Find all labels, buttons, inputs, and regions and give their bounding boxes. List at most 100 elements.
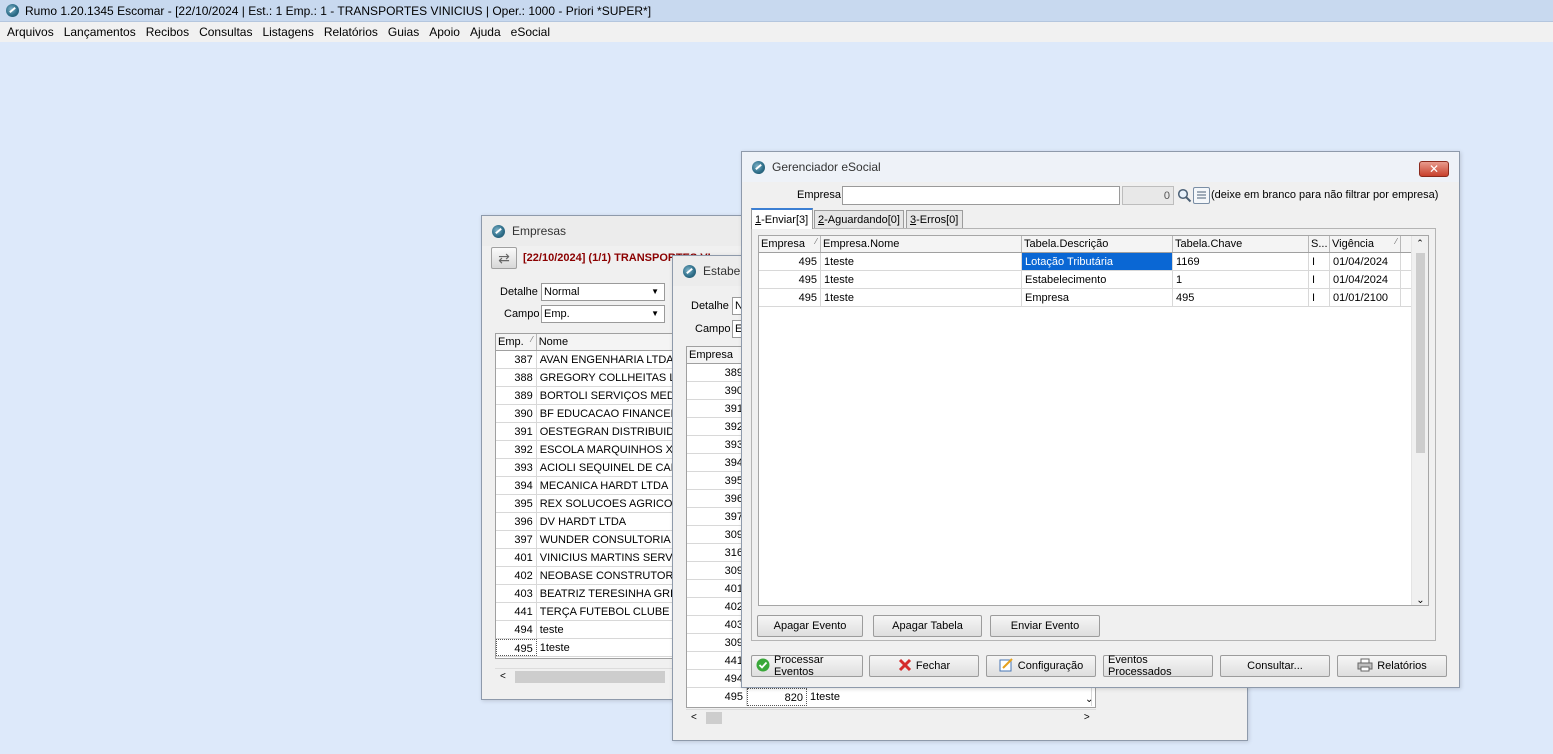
check-icon [756, 658, 770, 675]
menu-guias[interactable]: Guias [383, 25, 424, 39]
menu-consultas[interactable]: Consultas [194, 25, 257, 39]
detalhe-select[interactable]: Normal ▼ [541, 283, 665, 301]
menu-lancamentos[interactable]: Lançamentos [59, 25, 141, 39]
tab-enviar[interactable]: 1 -Enviar[3] [751, 208, 813, 229]
x-icon [898, 658, 912, 675]
relatorios-button[interactable]: Relatórios [1337, 655, 1447, 677]
close-button[interactable]: ✕ [1419, 161, 1449, 177]
event-empresa-cell: 495 [759, 253, 821, 270]
window-logo-icon [752, 160, 765, 174]
esocial-title: Gerenciador eSocial [772, 160, 881, 174]
apagar-tabela-button[interactable]: Apagar Tabela [873, 615, 982, 637]
printer-icon [1357, 658, 1373, 675]
estab-campo-label: Campo [695, 323, 731, 335]
estab-scroll-down-icon[interactable]: ⌄ [1085, 694, 1093, 705]
table-row[interactable]: 495 1teste Empresa 495 I 01/01/2100 [759, 289, 1428, 307]
apagar-evento-button[interactable]: Apagar Evento [757, 615, 863, 637]
emp-code-cell: 394 [496, 477, 537, 494]
sort-icon: ⁄ [1395, 237, 1397, 246]
tab-erros-label: -Erros[0] [916, 214, 959, 226]
menu-listagens[interactable]: Listagens [257, 25, 318, 39]
event-descricao-cell: Estabelecimento [1022, 271, 1173, 288]
estab-empresa-cell: 316 [687, 544, 747, 561]
sort-icon: ⁄ [815, 237, 817, 246]
estab-nome-cell: 1teste [807, 688, 1092, 706]
campo-label: Campo [504, 308, 540, 320]
estab-empresa-cell: 392 [687, 418, 747, 435]
event-nome-cell: 1teste [821, 271, 1022, 288]
emp-code-cell: 397 [496, 531, 537, 548]
column-header-empresa[interactable]: Empresa ⁄ [759, 236, 821, 252]
empresa-name-input[interactable] [842, 186, 1120, 205]
event-empresa-cell: 495 [759, 271, 821, 288]
estab-empresa-cell: 309 [687, 562, 747, 579]
estab-code-cell: 820 [747, 688, 807, 706]
event-chave-cell: 1 [1173, 271, 1309, 288]
menu-apoio[interactable]: Apoio [424, 25, 465, 39]
estab-empresa-cell: 397 [687, 508, 747, 525]
scroll-down-icon[interactable]: ⌄ [1412, 595, 1428, 605]
menu-arquivos[interactable]: Arquivos [2, 25, 59, 39]
empresa-label: Empresa [797, 189, 842, 201]
configuracao-button[interactable]: Configuração [986, 655, 1096, 677]
window-logo-icon [683, 264, 696, 278]
estab-empresa-cell: 441 [687, 652, 747, 669]
event-nome-cell: 1teste [821, 253, 1022, 270]
column-header-s[interactable]: S... [1309, 236, 1330, 252]
app-title-bar: Rumo 1.20.1345 Escomar - [22/10/2024 | E… [0, 0, 1553, 22]
fechar-button[interactable]: Fechar [869, 655, 979, 677]
column-header-tabela-chave[interactable]: Tabela.Chave [1173, 236, 1309, 252]
scroll-thumb[interactable] [1415, 253, 1425, 453]
scroll-left-icon[interactable]: < [500, 671, 506, 682]
scroll-left-icon[interactable]: < [691, 712, 697, 723]
estab-empresa-cell: 391 [687, 400, 747, 417]
filter-hint: (deixe em branco para não filtrar por em… [1211, 189, 1439, 201]
tab-enviar-label: -Enviar[3] [761, 213, 809, 226]
event-empresa-cell: 495 [759, 289, 821, 306]
eventos-processados-button[interactable]: Eventos Processados [1103, 654, 1213, 678]
menu-recibos[interactable]: Recibos [141, 25, 194, 39]
empresa-code-value: 0 [1163, 190, 1170, 202]
detalhe-label: Detalhe [500, 286, 538, 298]
event-nome-cell: 1teste [821, 289, 1022, 306]
campo-select[interactable]: Emp. ▼ [541, 305, 665, 323]
table-row[interactable]: 495 1teste Lotação Tributária 1169 I 01/04/20… [759, 253, 1428, 271]
emp-code-cell: 391 [496, 423, 537, 440]
menu-esocial[interactable]: eSocial [506, 25, 555, 39]
scroll-up-icon[interactable]: ⌃ [1412, 238, 1428, 249]
table-row[interactable]: 495 1teste Estabelecimento 1 I 01/04/2024 [759, 271, 1428, 289]
chevron-down-icon: ▼ [651, 309, 659, 318]
empresas-title: Empresas [512, 224, 567, 238]
event-s-cell: I [1309, 253, 1330, 270]
column-header-vigencia[interactable]: Vigência ⁄ [1330, 236, 1401, 252]
estab-empresa-cell: 395 [687, 472, 747, 489]
scroll-thumb[interactable] [514, 670, 665, 683]
table-row[interactable]: 495 820 1teste [687, 688, 1095, 706]
column-header-tabela-descricao[interactable]: Tabela.Descrição [1022, 236, 1173, 252]
processar-eventos-button[interactable]: Processar Eventos [751, 654, 863, 678]
enviar-evento-button[interactable]: Enviar Evento [990, 615, 1100, 637]
search-icon[interactable] [1175, 186, 1193, 205]
scroll-thumb[interactable] [705, 711, 722, 724]
list-icon[interactable] [1193, 187, 1210, 204]
empresa-code-input[interactable]: 0 [1122, 186, 1174, 205]
estab-empresa-cell: 309 [687, 634, 747, 651]
emp-code-cell: 494 [496, 621, 537, 638]
estab-horizontal-scrollbar[interactable]: < > [686, 709, 1096, 725]
scroll-right-icon[interactable]: > [1084, 712, 1090, 723]
events-grid[interactable]: Empresa ⁄ Empresa.Nome Tabela.Descrição T… [758, 235, 1429, 606]
tab-erros[interactable]: 3 -Erros[0] [906, 210, 963, 229]
events-vertical-scrollbar[interactable]: ⌃ ⌄ [1411, 236, 1428, 605]
column-header-empresa-nome[interactable]: Empresa.Nome [821, 236, 1022, 252]
swap-arrows-icon[interactable]: ⇄ [491, 247, 517, 269]
column-header-empresa[interactable]: Empresa [687, 347, 747, 363]
consultar-button[interactable]: Consultar... [1220, 655, 1330, 677]
menu-ajuda[interactable]: Ajuda [465, 25, 506, 39]
app-title: Rumo 1.20.1345 Escomar - [22/10/2024 | E… [25, 3, 652, 18]
menu-relatorios[interactable]: Relatórios [319, 25, 383, 39]
column-header-emp[interactable]: Emp. ⁄ [496, 334, 537, 350]
emp-code-cell: 388 [496, 369, 537, 386]
event-descricao-cell: Empresa [1022, 289, 1173, 306]
fechar-label: Fechar [915, 660, 951, 672]
tab-aguardando[interactable]: 2 -Aguardando[0] [814, 210, 904, 229]
